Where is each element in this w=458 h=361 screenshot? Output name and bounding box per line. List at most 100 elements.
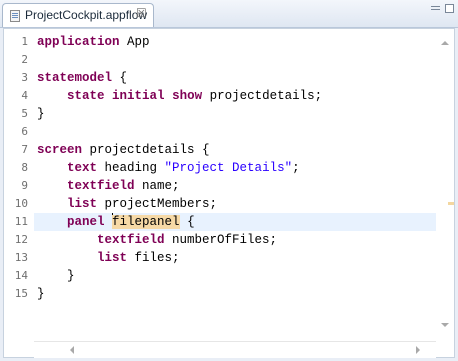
- code-line-text: }: [37, 267, 75, 285]
- scroll-left-icon[interactable]: [70, 346, 74, 354]
- horizontal-scrollbar[interactable]: [34, 341, 436, 358]
- code-token: {: [179, 215, 195, 229]
- keyword-token: list: [67, 197, 98, 211]
- line-number: 13: [14, 251, 28, 264]
- code-token: heading: [97, 161, 165, 175]
- code-token: }: [37, 107, 45, 121]
- code-line-text: }: [37, 285, 45, 303]
- code-line[interactable]: [34, 123, 436, 141]
- code-token: name;: [134, 179, 180, 193]
- code-line-text: state initial show projectdetails;: [37, 87, 322, 105]
- keyword-token: application: [37, 35, 120, 49]
- code-token: projectdetails {: [82, 143, 210, 157]
- line-number: 10: [14, 197, 28, 210]
- keyword-token: panel: [67, 215, 105, 229]
- line-number: 3: [21, 71, 28, 84]
- line-number: 1: [21, 35, 28, 48]
- keyword-token: screen: [37, 143, 83, 157]
- line-number: 7: [21, 143, 28, 156]
- line-number: 6: [21, 125, 28, 138]
- line-number-gutter: 1 2 3 4 5 6 7 8 9 10 11 12 13 14 15: [4, 29, 34, 341]
- code-line[interactable]: application App: [34, 33, 436, 51]
- code-token: {: [112, 71, 128, 85]
- line-number: 9: [21, 179, 28, 192]
- highlighted-token: filepanel: [112, 215, 180, 229]
- maximize-icon[interactable]: [445, 4, 454, 13]
- code-line-text: textfield name;: [37, 177, 180, 195]
- overview-ruler-mark[interactable]: [448, 202, 454, 205]
- keyword-token: initial: [112, 89, 165, 103]
- scroll-down-icon[interactable]: [441, 323, 449, 327]
- code-token: numberOfFiles;: [164, 233, 278, 247]
- code-line-text: panel filepanel {: [37, 213, 195, 231]
- view-controls: [431, 4, 454, 18]
- code-line[interactable]: panel filepanel {: [34, 213, 436, 231]
- code-line-text: list files;: [37, 249, 180, 267]
- code-token: files;: [127, 251, 180, 265]
- scroll-right-icon[interactable]: [416, 346, 420, 354]
- keyword-token: textfield: [67, 179, 135, 193]
- keyword-token: text: [67, 161, 98, 175]
- code-line[interactable]: screen projectdetails {: [34, 141, 436, 159]
- code-line-text: }: [37, 105, 45, 123]
- code-line[interactable]: list files;: [34, 249, 436, 267]
- string-token: "Project Details": [164, 161, 293, 175]
- keyword-token: textfield: [97, 233, 165, 247]
- line-number: 5: [21, 107, 28, 120]
- keyword-token: list: [97, 251, 128, 265]
- code-token: }: [37, 287, 45, 301]
- editor-tab[interactable]: ProjectCockpit.appflow ☒: [2, 3, 154, 27]
- code-line-text: list projectMembers;: [37, 195, 217, 213]
- code-line[interactable]: textfield name;: [34, 177, 436, 195]
- code-area[interactable]: application App statemodel { state initia…: [34, 29, 436, 341]
- line-number: 12: [14, 233, 28, 246]
- line-number: 4: [21, 89, 28, 102]
- tab-title: ProjectCockpit.appflow: [25, 8, 148, 22]
- close-icon[interactable]: ☒: [136, 6, 147, 20]
- code-token: }: [37, 269, 75, 283]
- code-line-text: screen projectdetails {: [37, 141, 210, 159]
- minimize-icon[interactable]: [431, 4, 441, 13]
- keyword-token: show: [172, 89, 203, 103]
- keyword-token: state: [67, 89, 105, 103]
- code-line[interactable]: text heading "Project Details";: [34, 159, 436, 177]
- code-line-text: text heading "Project Details";: [37, 159, 300, 177]
- code-line-text: application App: [37, 33, 150, 51]
- code-line[interactable]: }: [34, 105, 436, 123]
- line-number: 11: [14, 215, 28, 228]
- code-line[interactable]: list projectMembers;: [34, 195, 436, 213]
- code-line[interactable]: }: [34, 285, 436, 303]
- code-line[interactable]: state initial show projectdetails;: [34, 87, 436, 105]
- line-number: 8: [21, 161, 28, 174]
- code-editor[interactable]: 1 2 3 4 5 6 7 8 9 10 11 12 13 14 15 application App sta…: [3, 28, 455, 358]
- editor-view: ProjectCockpit.appflow ☒ 1 2 3 4 5 6 7 8 9 10 11 12…: [0, 0, 458, 361]
- code-line[interactable]: }: [34, 267, 436, 285]
- code-token: projectdetails;: [202, 89, 323, 103]
- scroll-up-icon[interactable]: [441, 41, 449, 45]
- code-line-text: textfield numberOfFiles;: [37, 231, 277, 249]
- keyword-token: statemodel: [37, 71, 113, 85]
- line-number: 15: [14, 287, 28, 300]
- code-line[interactable]: [34, 51, 436, 69]
- code-token: projectMembers;: [97, 197, 218, 211]
- line-number: 2: [21, 53, 28, 66]
- editor-tab-bar: ProjectCockpit.appflow ☒: [0, 0, 458, 28]
- code-line[interactable]: statemodel {: [34, 69, 436, 87]
- code-line-text: statemodel {: [37, 69, 127, 87]
- code-token: ;: [292, 161, 300, 175]
- vertical-scrollbar[interactable]: [436, 29, 454, 341]
- code-line[interactable]: textfield numberOfFiles;: [34, 231, 436, 249]
- file-icon: [10, 10, 20, 22]
- line-number: 14: [14, 269, 28, 282]
- code-token: App: [119, 35, 150, 49]
